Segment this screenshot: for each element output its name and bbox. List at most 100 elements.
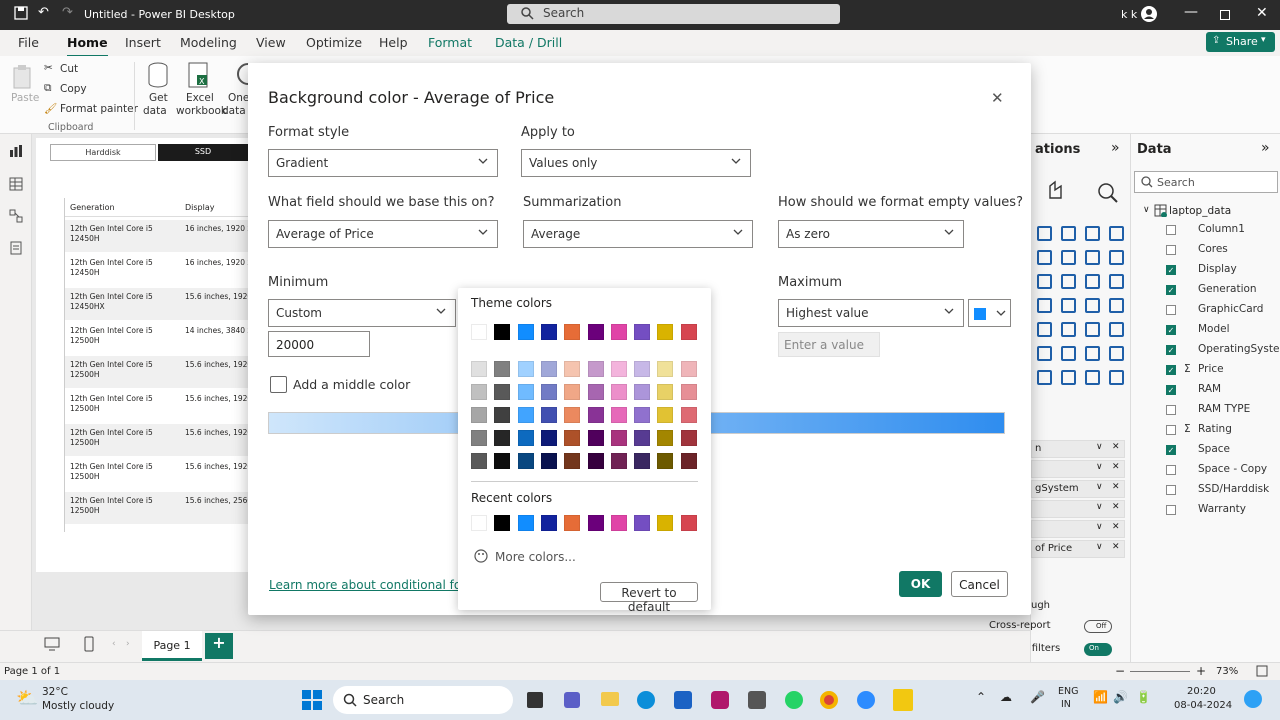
recent-color-swatch[interactable]: [494, 515, 511, 531]
shade-color-swatch[interactable]: [471, 453, 487, 469]
taskbar-search[interactable]: Search: [333, 686, 513, 714]
field-checkbox[interactable]: ✓: [1166, 385, 1176, 395]
dax-query-icon[interactable]: [9, 241, 23, 255]
model-view-icon[interactable]: [9, 209, 23, 223]
recent-color-swatch[interactable]: [587, 515, 604, 531]
visual-type-icon[interactable]: [1061, 226, 1076, 241]
chevron-down-icon[interactable]: ∨: [1143, 205, 1150, 215]
visual-type-icon[interactable]: [1037, 370, 1052, 385]
field-generation[interactable]: ✓ Generation: [1166, 283, 1278, 299]
field-model[interactable]: ✓ Model: [1166, 323, 1278, 339]
table-row[interactable]: 12th Gen Intel Core i5 12450H 16 inches, …: [65, 220, 249, 252]
shade-color-swatch[interactable]: [587, 407, 604, 423]
shade-color-swatch[interactable]: [657, 361, 674, 377]
remove-field-icon[interactable]: ✕: [1112, 482, 1120, 492]
visual-type-icon[interactable]: [1037, 322, 1052, 337]
visual-type-icon[interactable]: [1109, 226, 1124, 241]
visual-type-icon[interactable]: [1085, 274, 1100, 289]
visual-type-icon[interactable]: [1061, 250, 1076, 265]
visual-type-icon[interactable]: [1085, 226, 1100, 241]
zoom-out-icon[interactable]: −: [1115, 664, 1125, 678]
recent-color-swatch[interactable]: [517, 515, 534, 531]
format-painter-button[interactable]: Format painter: [60, 103, 138, 115]
visual-type-icon[interactable]: [1109, 346, 1124, 361]
visual-type-icon[interactable]: [1061, 274, 1076, 289]
menu-data-drill[interactable]: Data / Drill: [495, 35, 562, 50]
table-row[interactable]: 12th Gen Intel Core i5 12500H 15.6 inches…: [65, 356, 249, 388]
visual-type-icon[interactable]: [1037, 274, 1052, 289]
language-1[interactable]: ENG: [1058, 686, 1078, 697]
visual-type-icon[interactable]: [1085, 322, 1100, 337]
data-search-input[interactable]: Search: [1134, 171, 1278, 193]
database-icon[interactable]: [147, 62, 169, 88]
cross-report-toggle[interactable]: Off: [1084, 620, 1112, 633]
windows-start-icon[interactable]: [302, 690, 322, 710]
maximum-type-dropdown[interactable]: Highest value: [778, 299, 964, 327]
recent-color-swatch[interactable]: [680, 515, 697, 531]
field-ssd-harddisk[interactable]: SSD/Harddisk: [1166, 483, 1278, 499]
visual-type-icon[interactable]: [1109, 250, 1124, 265]
field-ram[interactable]: ✓ RAM: [1166, 383, 1278, 399]
onedrive-icon[interactable]: ☁: [1000, 690, 1012, 704]
minimize-icon[interactable]: —: [1184, 4, 1198, 20]
table-row[interactable]: 12th Gen Intel Core i5 12500H 15.6 inches…: [65, 390, 249, 422]
app-icon-2[interactable]: [748, 691, 766, 709]
shade-color-swatch[interactable]: [540, 453, 557, 469]
shade-color-swatch[interactable]: [634, 453, 651, 469]
middle-color-checkbox[interactable]: [270, 376, 287, 393]
shade-color-swatch[interactable]: [564, 384, 581, 400]
field-well[interactable]: gSystem ∨ ✕: [1031, 480, 1125, 498]
field-space-copy[interactable]: Space - Copy: [1166, 463, 1278, 479]
chevron-down-icon[interactable]: ∨: [1096, 542, 1103, 552]
visual-type-icon[interactable]: [1037, 346, 1052, 361]
account-icon[interactable]: [1141, 6, 1157, 22]
table-name[interactable]: laptop_data: [1169, 205, 1231, 217]
field-checkbox[interactable]: ✓: [1166, 265, 1176, 275]
field-checkbox[interactable]: ✓: [1166, 365, 1176, 375]
table-view-icon[interactable]: [9, 177, 23, 191]
file-explorer-icon[interactable]: [601, 692, 619, 706]
title-search-box[interactable]: Search: [507, 4, 840, 24]
summarization-dropdown[interactable]: Average: [523, 220, 753, 248]
prev-page-icon[interactable]: ‹: [112, 639, 116, 649]
zoom-in-icon[interactable]: +: [1196, 664, 1206, 678]
chrome-icon[interactable]: [820, 691, 838, 709]
visual-type-icon[interactable]: [1109, 298, 1124, 313]
field-checkbox[interactable]: [1166, 485, 1176, 495]
visual-type-icon[interactable]: [1061, 298, 1076, 313]
menu-file[interactable]: File: [18, 35, 39, 50]
shade-color-swatch[interactable]: [564, 453, 581, 469]
field-operatingsystem[interactable]: ✓ OperatingSystem: [1166, 343, 1280, 359]
table-header-display[interactable]: Display: [185, 203, 215, 212]
recent-color-swatch[interactable]: [471, 515, 487, 531]
slicer-harddisk[interactable]: Harddisk: [50, 144, 156, 161]
shade-color-swatch[interactable]: [657, 384, 674, 400]
shade-color-swatch[interactable]: [494, 430, 511, 446]
shade-color-swatch[interactable]: [634, 430, 651, 446]
shade-color-swatch[interactable]: [610, 430, 627, 446]
zoom-app-icon[interactable]: [857, 691, 875, 709]
battery-icon[interactable]: 🔋: [1136, 690, 1151, 704]
chevron-down-icon[interactable]: ∨: [1096, 522, 1103, 532]
share-button[interactable]: ⇪ Share ▾: [1206, 32, 1275, 52]
shade-color-swatch[interactable]: [657, 407, 674, 423]
shade-color-swatch[interactable]: [471, 384, 487, 400]
mic-icon[interactable]: 🎤: [1030, 690, 1045, 704]
clock-time[interactable]: 20:20: [1187, 686, 1216, 697]
more-colors-button[interactable]: More colors...: [495, 550, 576, 564]
visual-type-icon[interactable]: [1061, 346, 1076, 361]
page-tab-1[interactable]: Page 1: [142, 631, 202, 661]
visual-type-icon[interactable]: [1085, 298, 1100, 313]
desktop-layout-icon[interactable]: [44, 637, 60, 651]
report-view-icon[interactable]: [9, 144, 23, 158]
field-checkbox[interactable]: ✓: [1166, 345, 1176, 355]
field-column1[interactable]: Column1: [1166, 223, 1278, 239]
shade-color-swatch[interactable]: [680, 361, 697, 377]
shade-color-swatch[interactable]: [517, 430, 534, 446]
shade-color-swatch[interactable]: [610, 361, 627, 377]
theme-color-swatch[interactable]: [610, 324, 627, 340]
get-data-label-2[interactable]: data: [143, 105, 167, 117]
shade-color-swatch[interactable]: [610, 407, 627, 423]
field-well[interactable]: ∨ ✕: [1031, 500, 1125, 518]
redo-icon[interactable]: ↷: [62, 5, 73, 20]
